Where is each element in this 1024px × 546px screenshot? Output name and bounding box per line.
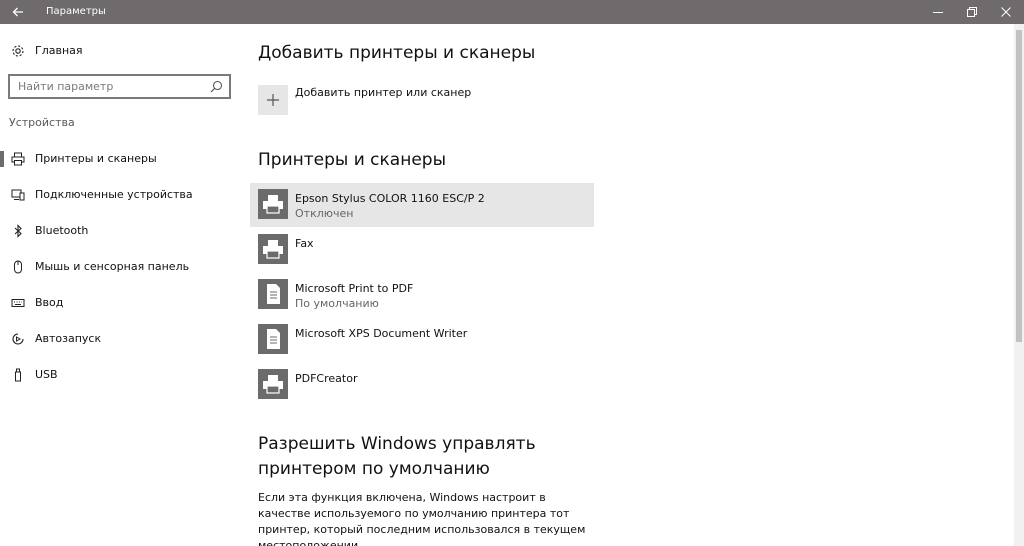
window-title: Параметры <box>46 6 106 17</box>
printer-item-epson[interactable]: Epson Stylus COLOR 1160 ESC/P 2 Отключен <box>250 183 594 227</box>
add-printers-heading: Добавить принтеры и сканеры <box>258 43 536 63</box>
active-indicator <box>0 151 4 167</box>
search-placeholder: Найти параметр <box>18 80 114 93</box>
sidebar-item-label: USB <box>35 368 58 381</box>
add-printer-label[interactable]: Добавить принтер или сканер <box>295 86 471 99</box>
gear-icon <box>10 43 26 59</box>
printer-icon <box>258 369 288 399</box>
search-icon <box>210 80 223 93</box>
sidebar-item-connected-devices[interactable]: Подключенные устройства <box>0 181 240 209</box>
sidebar-item-typing[interactable]: Ввод <box>0 289 240 317</box>
back-arrow-icon <box>12 7 23 17</box>
printer-name: Microsoft Print to PDF <box>295 282 414 295</box>
keyboard-icon <box>10 295 26 311</box>
plus-icon <box>267 94 279 106</box>
sidebar-item-label: Принтеры и сканеры <box>35 152 157 165</box>
printer-item-xps-writer[interactable]: Microsoft XPS Document Writer <box>250 318 594 362</box>
search-input[interactable]: Найти параметр <box>8 74 231 99</box>
sidebar-item-label: Ввод <box>35 296 64 309</box>
sidebar-item-label: Автозапуск <box>35 332 102 345</box>
sidebar-item-usb[interactable]: USB <box>0 361 240 389</box>
close-icon <box>1001 7 1011 17</box>
sidebar-item-label: Главная <box>35 44 83 57</box>
add-printer-button[interactable] <box>258 85 288 115</box>
printer-item-fax[interactable]: Fax <box>250 228 594 272</box>
printer-name: PDFCreator <box>295 372 358 385</box>
usb-icon <box>10 367 26 383</box>
sidebar-item-label: Подключенные устройства <box>35 188 193 201</box>
printer-icon <box>10 151 26 167</box>
back-button[interactable] <box>0 0 36 24</box>
sidebar-item-autoplay[interactable]: Автозапуск <box>0 325 240 353</box>
default-printer-heading-line2: принтером по умолчанию <box>258 459 490 479</box>
sidebar: Главная Найти параметр Устройства Принте… <box>0 24 240 546</box>
sidebar-item-bluetooth[interactable]: Bluetooth <box>0 217 240 245</box>
minimize-icon <box>933 12 943 13</box>
default-printer-description: Если эта функция включена, Windows настр… <box>258 491 586 546</box>
devices-icon <box>10 187 26 203</box>
printer-status: По умолчанию <box>295 297 379 310</box>
fax-icon <box>258 234 288 264</box>
sidebar-item-label: Bluetooth <box>35 224 89 237</box>
printer-item-print-to-pdf[interactable]: Microsoft Print to PDF По умолчанию <box>250 273 594 317</box>
printers-heading: Принтеры и сканеры <box>258 150 446 170</box>
autoplay-icon <box>10 331 26 347</box>
printer-status: Отключен <box>295 207 354 220</box>
title-bar: Параметры <box>0 0 1024 24</box>
restore-icon <box>967 7 977 17</box>
scrollbar[interactable] <box>1014 24 1024 546</box>
default-printer-heading: Разрешить Windows управлять <box>258 434 536 454</box>
printer-name: Epson Stylus COLOR 1160 ESC/P 2 <box>295 192 485 205</box>
printer-item-pdfcreator[interactable]: PDFCreator <box>250 363 594 407</box>
sidebar-item-label: Мышь и сенсорная панель <box>35 260 190 273</box>
sidebar-item-home[interactable]: Главная <box>0 38 240 64</box>
mouse-icon <box>10 259 26 275</box>
bluetooth-icon <box>10 223 26 239</box>
scrollbar-thumb[interactable] <box>1016 30 1022 342</box>
document-printer-icon <box>258 324 288 354</box>
document-printer-icon <box>258 279 288 309</box>
printer-icon <box>258 189 288 219</box>
restore-button[interactable] <box>955 0 989 24</box>
printer-name: Microsoft XPS Document Writer <box>295 327 468 340</box>
section-label: Устройства <box>9 116 75 129</box>
sidebar-item-printers[interactable]: Принтеры и сканеры <box>0 145 240 173</box>
sidebar-item-mouse[interactable]: Мышь и сенсорная панель <box>0 253 240 281</box>
printer-name: Fax <box>295 237 314 250</box>
main-content: Добавить принтеры и сканеры Добавить при… <box>250 24 1010 546</box>
minimize-button[interactable] <box>921 0 955 24</box>
close-button[interactable] <box>989 0 1023 24</box>
